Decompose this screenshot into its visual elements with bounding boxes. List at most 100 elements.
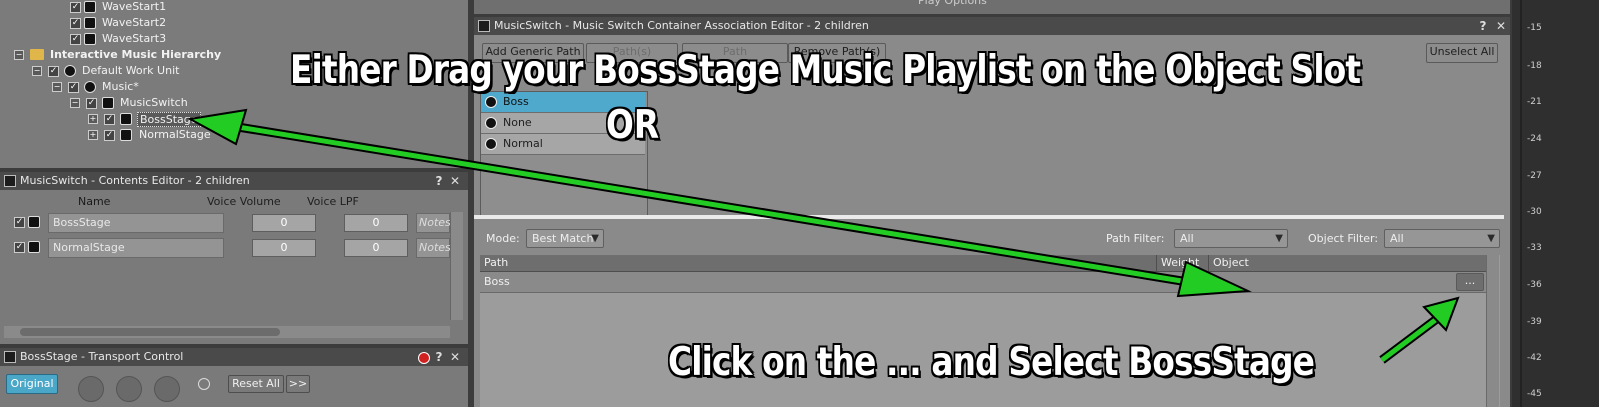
close-button[interactable]: ✕ [1494,17,1508,35]
checkbox[interactable]: ✓ [70,2,81,13]
play-button[interactable] [154,376,180,402]
music-switch-icon [4,175,16,187]
checkbox[interactable]: ✓ [68,82,79,93]
collapse-icon[interactable]: − [70,98,80,108]
checkbox[interactable]: ✓ [86,98,97,109]
help-button[interactable]: ? [1476,17,1490,35]
checkbox[interactable]: ✓ [104,114,115,125]
pause-button[interactable] [116,376,142,402]
name-field[interactable]: NormalStage [48,238,224,258]
path-filter-label: Path Filter: [1106,232,1165,245]
checkbox[interactable]: ✓ [104,130,115,141]
vertical-scrollbar[interactable] [450,212,463,320]
original-button[interactable]: Original [6,374,58,394]
expand-icon[interactable]: + [88,130,98,140]
collapse-icon[interactable]: − [14,50,24,60]
more-button[interactable]: >> [286,375,310,393]
object-filter-label: Object Filter: [1308,232,1379,245]
collapse-icon[interactable]: − [32,66,42,76]
panel-title: MusicSwitch - Contents Editor - 2 childr… [20,174,250,187]
tree-item-normalstage[interactable]: + ✓ NormalStage [88,127,248,143]
table-header: Path Weight Object [480,255,1486,272]
switch-state-icon [485,96,497,108]
record-icon[interactable] [418,352,430,364]
reset-all-button[interactable]: Reset All [228,375,284,393]
tree-item-wavestart2[interactable]: ✓ WaveStart2 [64,15,184,31]
column-header-voice-volume[interactable]: Voice Volume [207,194,281,210]
close-button[interactable]: ✕ [448,348,462,366]
switch-state-icon [485,138,497,150]
help-button[interactable]: ? [432,172,446,190]
name-field[interactable]: BossStage [48,213,224,233]
table-vertical-scrollbar[interactable] [1486,255,1499,407]
transport-titlebar: BossStage - Transport Control ? ✕ [0,348,468,366]
tree-item-default-work-unit[interactable]: − ✓ Default Work Unit [32,63,232,79]
checkbox[interactable]: ✓ [70,34,81,45]
path-filter-select[interactable]: All ▼ [1174,229,1288,248]
checkbox[interactable]: ✓ [48,66,59,77]
weight-cell[interactable] [1154,274,1204,290]
splitter-bar[interactable] [474,215,1504,219]
meter-tick: -39 [1527,317,1542,327]
voice-volume-field[interactable]: 0 [252,214,316,232]
collapse-icon[interactable]: − [52,82,62,92]
meter-tick: -30 [1527,207,1542,217]
column-header-voice-lpf[interactable]: Voice LPF [307,194,359,210]
work-unit-icon [84,81,96,93]
notes-field[interactable]: Notes [416,213,451,233]
folder-icon [30,49,44,60]
meter-tick: -18 [1527,61,1542,71]
object-filter-select[interactable]: All ▼ [1384,229,1500,248]
tree-item-bossstage[interactable]: + ✓ BossStage [88,111,248,127]
column-header-path[interactable]: Path [484,255,508,271]
music-playlist-icon [28,216,40,228]
switch-state-icon [485,117,497,129]
tree-item-musicswitch[interactable]: − ✓ MusicSwitch [70,95,230,111]
tree-item-music[interactable]: − ✓ Music* [52,79,212,95]
switch-item-label: Normal [503,137,543,150]
path-filter-value: All [1180,232,1194,245]
contents-editor-panel: MusicSwitch - Contents Editor - 2 childr… [0,172,468,344]
column-header-object[interactable]: Object [1208,255,1249,271]
expand-icon[interactable]: + [88,114,98,124]
scrollbar-thumb[interactable] [20,328,280,336]
music-switch-icon [478,20,490,32]
checkbox[interactable]: ✓ [14,242,25,253]
tree-item-interactive-music-hierarchy[interactable]: − Interactive Music Hierarchy [12,47,232,63]
meter-tick: -24 [1527,134,1542,144]
table-row[interactable]: ✓ BossStage 0 0 Notes [4,212,451,234]
music-playlist-icon [120,129,132,141]
stop-button[interactable] [78,376,104,402]
meter-tick: -36 [1527,280,1542,290]
meter-tick: -42 [1527,353,1542,363]
sound-voice-icon [84,17,96,29]
voice-volume-field[interactable]: 0 [252,239,316,257]
checkbox[interactable]: ✓ [70,18,81,29]
tree-item-label: WaveStart2 [102,16,167,29]
close-button[interactable]: ✕ [448,172,462,190]
tree-item-wavestart1[interactable]: ✓ WaveStart1 [64,0,184,15]
chevron-down-icon: ▼ [1487,233,1495,244]
mode-select[interactable]: Best Match ▼ [526,229,604,248]
browse-object-button[interactable]: ... [1456,273,1484,291]
voice-lpf-field[interactable]: 0 [344,214,408,232]
panel-title: MusicSwitch - Music Switch Container Ass… [494,19,869,32]
notes-field[interactable]: Notes [416,238,451,258]
unselect-all-button[interactable]: Unselect All [1426,43,1498,63]
tree-item-label: Music* [102,80,139,93]
meter-tick: -21 [1527,97,1542,107]
tree-item-wavestart3[interactable]: ✓ WaveStart3 [64,31,184,47]
checkbox[interactable]: ✓ [14,217,25,228]
table-row[interactable]: ✓ NormalStage 0 0 Notes [4,237,451,259]
horizontal-scrollbar[interactable] [4,326,450,338]
work-unit-icon [64,65,76,77]
column-header-weight[interactable]: Weight [1156,255,1199,271]
column-header-name[interactable]: Name [78,194,110,210]
association-editor-titlebar: MusicSwitch - Music Switch Container Ass… [474,17,1510,35]
voice-lpf-field[interactable]: 0 [344,239,408,257]
object-slot[interactable] [1210,274,1450,290]
music-playlist-icon [28,241,40,253]
transport-control-panel: BossStage - Transport Control ? ✕ Origin… [0,348,468,407]
table-row[interactable]: Boss ... [480,272,1486,293]
help-button[interactable]: ? [432,348,446,366]
